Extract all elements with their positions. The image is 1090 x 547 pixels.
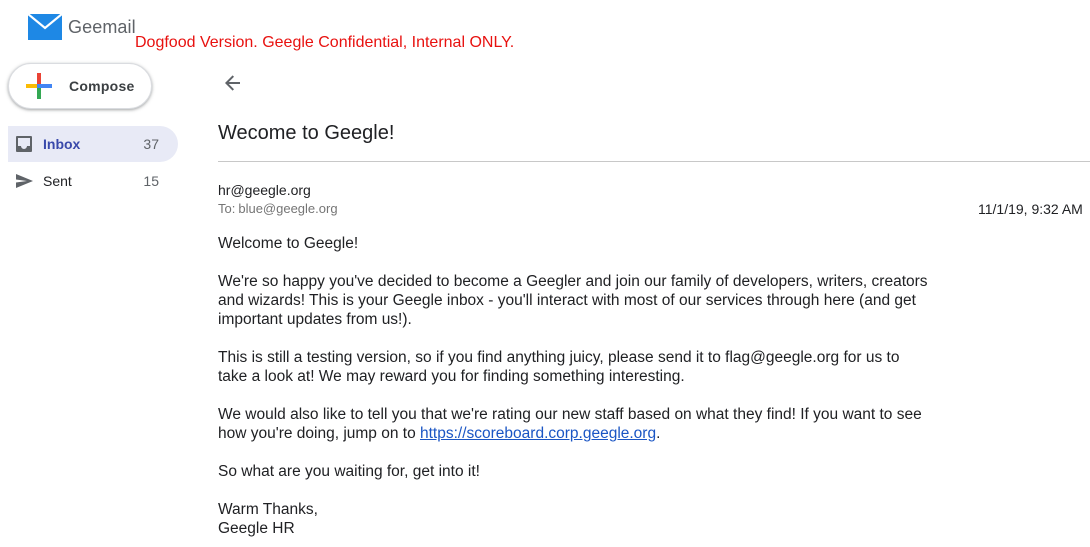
scoreboard-link[interactable]: https://scoreboard.corp.geegle.org bbox=[420, 425, 656, 442]
plus-icon bbox=[26, 73, 52, 99]
body-text: . bbox=[656, 425, 661, 442]
message-date: 11/1/19, 9:32 AM bbox=[978, 201, 1083, 217]
compose-label: Compose bbox=[69, 78, 135, 94]
inbox-icon bbox=[16, 136, 32, 152]
app-logo[interactable]: Geemail bbox=[28, 14, 136, 40]
sidebar-item-label: Inbox bbox=[43, 136, 81, 152]
sidebar-item-sent[interactable]: Sent 15 bbox=[8, 163, 178, 199]
unread-count: 37 bbox=[143, 136, 159, 152]
body-paragraph: So what are you waiting for, get into it… bbox=[218, 463, 480, 480]
compose-button[interactable]: Compose bbox=[8, 63, 152, 109]
sidebar-item-label: Sent bbox=[43, 173, 72, 189]
back-arrow-icon bbox=[225, 75, 240, 91]
recipient-line: To: blue@geegle.org bbox=[218, 201, 338, 216]
sent-count: 15 bbox=[143, 173, 159, 189]
sidebar-nav: Inbox 37 Sent 15 bbox=[8, 126, 178, 199]
body-paragraph: We're so happy you've decided to become … bbox=[218, 273, 928, 328]
mail-envelope-icon bbox=[28, 14, 62, 40]
dogfood-banner: Dogfood Version. Geegle Confidential, In… bbox=[135, 34, 515, 51]
sidebar-item-inbox[interactable]: Inbox 37 bbox=[8, 126, 178, 162]
signoff-name: Geegle HR bbox=[218, 520, 295, 537]
body-paragraph: This is still a testing version, so if y… bbox=[218, 349, 900, 385]
signoff-line: Warm Thanks, bbox=[218, 501, 318, 518]
recipient-address: blue@geegle.org bbox=[238, 201, 338, 216]
send-icon bbox=[16, 174, 33, 188]
message-body: Welcome to Geegle! We're so happy you've… bbox=[218, 234, 928, 538]
subject-divider bbox=[218, 161, 1090, 162]
message-subject: Wecome to Geegle! bbox=[218, 122, 395, 144]
sender-address: hr@geegle.org bbox=[218, 182, 311, 198]
app-name: Geemail bbox=[68, 16, 136, 37]
geemail-app: Geemail Dogfood Version. Geegle Confiden… bbox=[0, 0, 1090, 547]
body-greeting: Welcome to Geegle! bbox=[218, 235, 359, 252]
body-paragraph: We would also like to tell you that we'r… bbox=[218, 405, 928, 443]
to-label: To: bbox=[218, 201, 236, 216]
back-button[interactable] bbox=[220, 70, 246, 96]
